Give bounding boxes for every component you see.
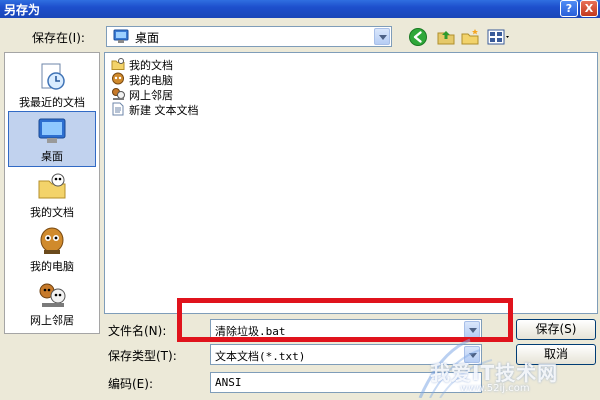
desktop-icon <box>38 118 66 143</box>
filename-input[interactable]: 清除垃圾.bat <box>210 319 482 340</box>
place-my-documents[interactable]: 我的文档 <box>5 167 99 223</box>
desktop-icon <box>113 29 129 43</box>
help-button[interactable]: ? <box>560 0 578 17</box>
chevron-down-icon[interactable] <box>464 321 480 338</box>
my-documents-icon <box>38 173 66 199</box>
my-documents-icon <box>111 58 125 70</box>
view-menu-icon[interactable] <box>486 27 512 47</box>
location-value: 桌面 <box>135 31 160 45</box>
file-list[interactable]: 我的文档 我的电脑 网上邻居 新建 文本文档 <box>104 52 598 314</box>
place-label: 我最近的文档 <box>19 96 85 109</box>
window-title: 另存为 <box>4 3 41 17</box>
list-item[interactable]: 我的电脑 <box>111 72 311 87</box>
places-bar: 我最近的文档 桌面 我的文档 我的电脑 网上邻居 <box>4 52 100 334</box>
location-dropdown[interactable]: 桌面 <box>106 26 392 47</box>
watermark-text: 我爱IT技术网 <box>430 361 559 385</box>
filetype-label: 保存类型(T): <box>108 349 177 363</box>
file-label: 我的电脑 <box>129 74 173 87</box>
place-label: 我的电脑 <box>30 260 74 273</box>
place-network-places[interactable]: 网上邻居 <box>5 275 99 331</box>
watermark-url: www.52ij.com <box>460 383 530 394</box>
save-in-label: 保存在(I): <box>32 31 85 45</box>
close-button[interactable]: X <box>580 0 598 17</box>
new-folder-icon[interactable] <box>460 27 480 47</box>
list-item[interactable]: 我的文档 <box>111 57 311 72</box>
file-label: 新建 文本文档 <box>129 104 199 117</box>
encoding-value: ANSI <box>215 376 242 389</box>
filename-value: 清除垃圾.bat <box>215 325 286 338</box>
my-computer-icon <box>40 227 64 254</box>
chevron-down-icon[interactable] <box>374 28 390 45</box>
list-item[interactable]: 新建 文本文档 <box>111 102 311 117</box>
place-desktop[interactable]: 桌面 <box>5 111 99 167</box>
back-arrow-icon[interactable] <box>408 27 428 47</box>
file-label: 网上邻居 <box>129 89 173 102</box>
save-button[interactable]: 保存(S) <box>516 319 596 340</box>
list-item[interactable]: 网上邻居 <box>111 87 311 102</box>
up-folder-icon[interactable] <box>436 27 456 47</box>
file-label: 我的文档 <box>129 59 173 72</box>
filename-label: 文件名(N): <box>108 324 167 338</box>
place-label: 网上邻居 <box>30 314 74 327</box>
encoding-label: 编码(E): <box>108 377 153 391</box>
place-label: 我的文档 <box>30 206 74 219</box>
place-my-computer[interactable]: 我的电脑 <box>5 221 99 277</box>
place-recent-documents[interactable]: 我最近的文档 <box>5 57 99 113</box>
text-file-icon <box>112 102 124 116</box>
filetype-value: 文本文档(*.txt) <box>215 350 306 363</box>
title-bar[interactable]: 另存为 ? X <box>0 0 600 18</box>
place-label: 桌面 <box>41 150 63 163</box>
recent-documents-icon <box>41 63 65 90</box>
my-computer-icon <box>112 72 124 85</box>
network-places-icon <box>112 88 125 100</box>
network-places-icon <box>39 283 66 307</box>
